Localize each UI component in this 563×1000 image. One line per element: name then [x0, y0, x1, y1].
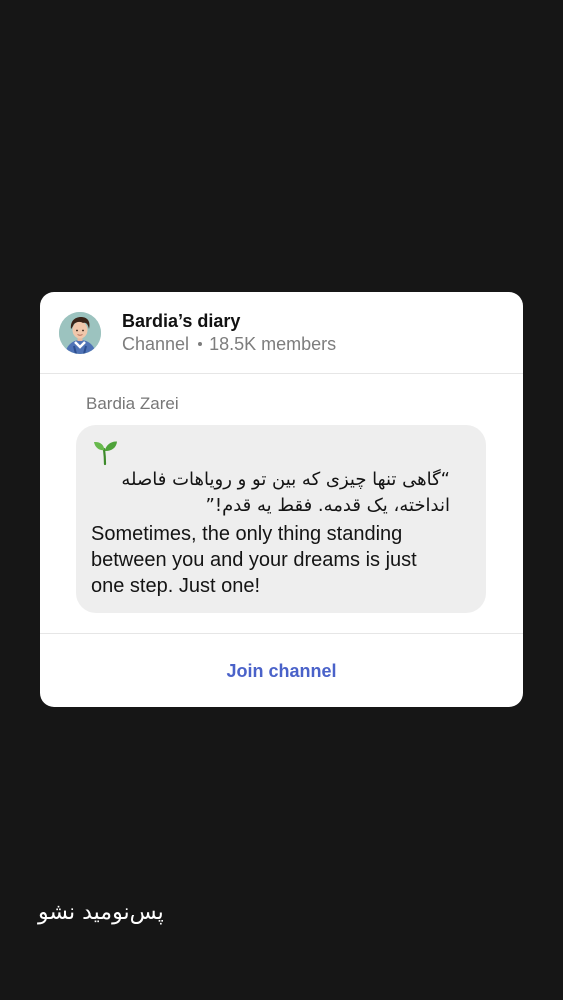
member-count: 18.5K members: [209, 334, 337, 354]
channel-title: Bardia’s diary: [122, 311, 241, 331]
join-channel-button[interactable]: Join channel: [40, 634, 523, 707]
message-text-line: “گاهی تنها چیزی که بین تو و رویاهات فاصل…: [121, 469, 450, 490]
message-text-line: one step. Just one!: [91, 575, 261, 597]
message-sender: Bardia Zarei: [86, 394, 179, 413]
channel-preview-card: Bardia’s diary Channel 18.5K members Bard…: [40, 292, 523, 707]
message-text-line: Sometimes, the only thing standing: [91, 523, 403, 545]
message-bubble: “گاهی تنها چیزی که بین تو و رویاهات فاصل…: [76, 425, 486, 613]
message-text-line: between you and your dreams is just: [91, 549, 417, 571]
avatar: [59, 312, 101, 354]
avatar-image: [59, 312, 101, 354]
channel-type-label: Channel: [122, 334, 190, 354]
channel-header[interactable]: Bardia’s diary Channel 18.5K members: [40, 292, 523, 374]
message-text-line: انداخته، یک قدمه. فقط یه قدم!”: [205, 495, 450, 516]
story-caption: پس‌نومید نشو: [38, 900, 164, 925]
sprout-icon: [91, 438, 119, 466]
card-footer: Join channel: [40, 633, 523, 707]
channel-meta: Channel 18.5K members: [122, 334, 336, 355]
separator-dot: [198, 342, 203, 347]
